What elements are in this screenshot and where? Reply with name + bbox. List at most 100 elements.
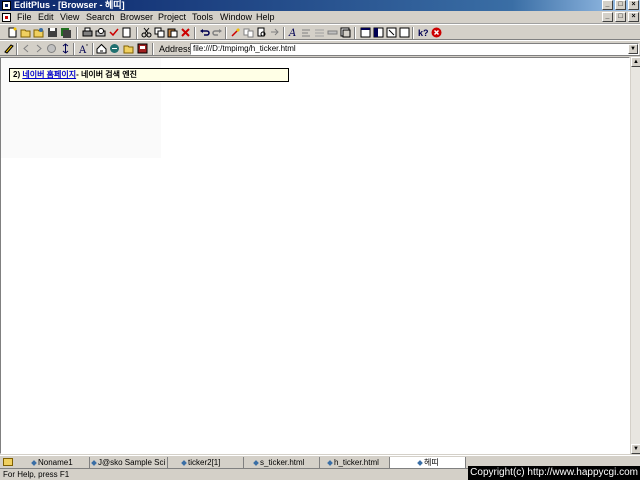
menu-edit[interactable]: Edit <box>38 12 54 23</box>
folder-icon[interactable] <box>123 43 134 54</box>
line-number-icon[interactable] <box>314 27 325 38</box>
help-icon[interactable]: k? <box>418 27 429 38</box>
menu-file[interactable]: File <box>17 12 32 23</box>
find-icon[interactable] <box>230 27 241 38</box>
scroll-down-button[interactable]: ▼ <box>631 444 640 454</box>
menu-project[interactable]: Project <box>158 12 186 23</box>
toolbar-separator <box>152 43 154 55</box>
cut-icon[interactable] <box>141 27 152 38</box>
status-bar: For Help, press F1 Copyright(c) http://w… <box>0 466 640 480</box>
refresh-icon[interactable] <box>60 43 71 54</box>
news-ticker: 2) 네이버 홈페이지- 네이버 검색 엔진 <box>9 68 289 82</box>
redo-icon[interactable] <box>212 27 223 38</box>
word-wrap-icon[interactable] <box>301 27 312 38</box>
menu-tools[interactable]: Tools <box>192 12 213 23</box>
doc-close-button[interactable]: × <box>628 12 639 22</box>
toolbar-separator <box>76 27 78 39</box>
print-icon[interactable] <box>82 27 93 38</box>
menu-view[interactable]: View <box>60 12 79 23</box>
window-title: EditPlus - [Browser - 헤띠] <box>14 0 125 10</box>
forward-icon[interactable] <box>33 43 44 54</box>
toolbar-separator <box>92 43 94 55</box>
save-all-icon[interactable] <box>60 27 71 38</box>
favorites-icon[interactable] <box>109 43 120 54</box>
browser-content[interactable]: 2) 네이버 홈페이지- 네이버 검색 엔진 <box>0 57 630 454</box>
editplus-app-icon[interactable] <box>2 1 11 10</box>
open-remote-icon[interactable] <box>33 27 44 38</box>
toolbar-separator <box>354 27 356 39</box>
home-icon[interactable] <box>96 43 107 54</box>
scroll-up-button[interactable]: ▲ <box>631 57 640 67</box>
spell-check-icon[interactable] <box>108 27 119 38</box>
maximize-button[interactable]: □ <box>615 0 626 10</box>
doc-minimize-button[interactable]: _ <box>602 12 613 22</box>
delete-icon[interactable] <box>180 27 191 38</box>
document-icon <box>91 460 97 466</box>
ruler-icon[interactable] <box>327 27 338 38</box>
stop-browser-icon[interactable] <box>46 43 57 54</box>
svg-text:A: A <box>288 28 296 38</box>
stop-icon[interactable] <box>431 27 442 38</box>
address-input[interactable] <box>192 44 628 54</box>
tab-jsko-sample[interactable]: J@sko Sample Sci <box>90 457 168 468</box>
print-preview-icon[interactable] <box>95 27 106 38</box>
properties-icon[interactable] <box>121 27 132 38</box>
window-cascade-icon[interactable] <box>373 27 384 38</box>
title-bar: EditPlus - [Browser - 헤띠] _ □ × <box>0 0 640 11</box>
toolbar-separator <box>283 27 285 39</box>
run-icon[interactable] <box>340 27 351 38</box>
browser-toolbar: A* Address ▼ <box>0 40 640 56</box>
doc-restore-button[interactable]: □ <box>615 12 626 22</box>
goto-icon[interactable] <box>269 27 280 38</box>
close-button[interactable]: × <box>628 0 639 10</box>
font-icon[interactable]: A <box>288 27 299 38</box>
menu-window[interactable]: Window <box>220 12 252 23</box>
copy-icon[interactable] <box>154 27 165 38</box>
toolbar-separator <box>412 27 414 39</box>
standard-toolbar: A k? <box>0 24 640 40</box>
full-screen-icon[interactable] <box>386 27 397 38</box>
find-in-files-icon[interactable] <box>256 27 267 38</box>
document-icon <box>253 460 259 466</box>
toolbar-separator <box>16 43 18 55</box>
paste-icon[interactable] <box>167 27 178 38</box>
minimize-button[interactable]: _ <box>602 0 613 10</box>
toolbar-separator <box>73 43 75 55</box>
pen-icon[interactable] <box>3 43 14 54</box>
tab-s-ticker[interactable]: s_ticker.html <box>252 457 320 468</box>
vertical-scrollbar[interactable]: ▲ ▼ <box>630 57 640 454</box>
toggle-icon[interactable] <box>399 27 410 38</box>
address-dropdown-button[interactable]: ▼ <box>628 44 638 54</box>
tab-h-ticker[interactable]: h_ticker.html <box>326 457 390 468</box>
address-label: Address <box>159 44 193 54</box>
toolbar-separator <box>225 27 227 39</box>
window-tile-icon[interactable] <box>360 27 371 38</box>
ticker-link-naver-home[interactable]: 네이버 홈페이지 <box>22 70 76 79</box>
tab-active-browser[interactable]: 헤띠 <box>390 457 466 468</box>
svg-text:k?: k? <box>418 28 429 38</box>
menu-bar: File Edit View Search Browser Project To… <box>0 11 640 24</box>
new-file-icon[interactable] <box>7 27 18 38</box>
open-icon[interactable] <box>20 27 31 38</box>
undo-icon[interactable] <box>199 27 210 38</box>
font-size-icon[interactable]: A * <box>79 43 90 54</box>
document-system-icon[interactable] <box>2 13 11 22</box>
back-icon[interactable] <box>21 43 32 54</box>
svg-text:*: * <box>86 44 88 50</box>
book-icon[interactable] <box>137 43 148 54</box>
directory-window-icon[interactable] <box>3 458 13 466</box>
replace-icon[interactable] <box>243 27 254 38</box>
tab-noname1[interactable]: Noname1 <box>30 457 90 468</box>
document-icon <box>181 460 187 466</box>
menu-search[interactable]: Search <box>86 12 115 23</box>
tab-ticker2[interactable]: ticker2[1] <box>180 457 244 468</box>
toolbar-separator <box>136 27 138 39</box>
menu-browser[interactable]: Browser <box>120 12 153 23</box>
document-icon <box>31 460 37 466</box>
ticker-prefix: 2) <box>13 70 23 79</box>
document-icon <box>417 460 423 466</box>
menu-help[interactable]: Help <box>256 12 275 23</box>
save-icon[interactable] <box>47 27 58 38</box>
address-bar[interactable]: ▼ <box>190 43 639 55</box>
status-text: For Help, press F1 <box>3 470 70 479</box>
